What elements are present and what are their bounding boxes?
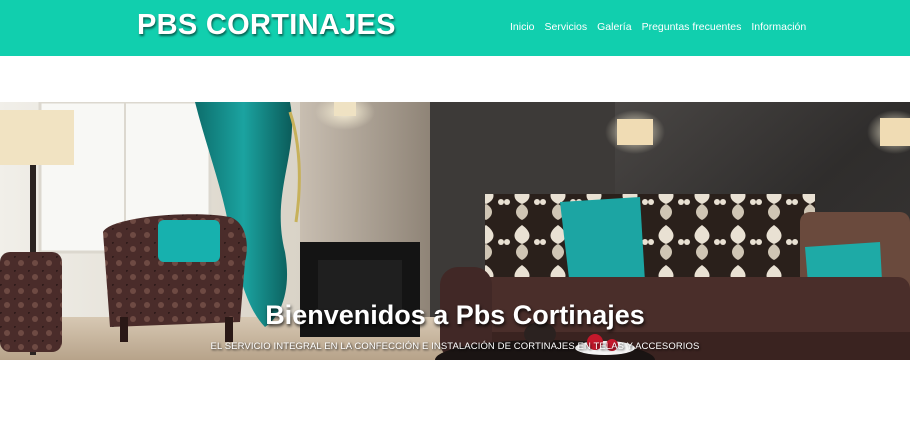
nav-link-servicios[interactable]: Servicios: [545, 21, 588, 33]
nav-link-inicio[interactable]: Inicio: [510, 21, 535, 33]
hero-banner: Bienvenidos a Pbs Cortinajes EL SERVICIO…: [0, 102, 910, 360]
hero-title: Bienvenidos a Pbs Cortinajes: [265, 300, 645, 330]
main-nav: Inicio Servicios Galería Preguntas frecu…: [510, 21, 806, 33]
nav-link-preguntas-frecuentes[interactable]: Preguntas frecuentes: [642, 21, 742, 33]
top-navigation-bar: PBS CORTINAJES Inicio Servicios Galería …: [0, 0, 910, 56]
nav-link-informacion[interactable]: Información: [751, 21, 806, 33]
nav-link-galeria[interactable]: Galería: [597, 21, 631, 33]
hero-subtitle: EL SERVICIO INTEGRAL EN LA CONFECCIÓN E …: [210, 341, 700, 352]
site-logo-title[interactable]: PBS CORTINAJES: [137, 9, 396, 42]
